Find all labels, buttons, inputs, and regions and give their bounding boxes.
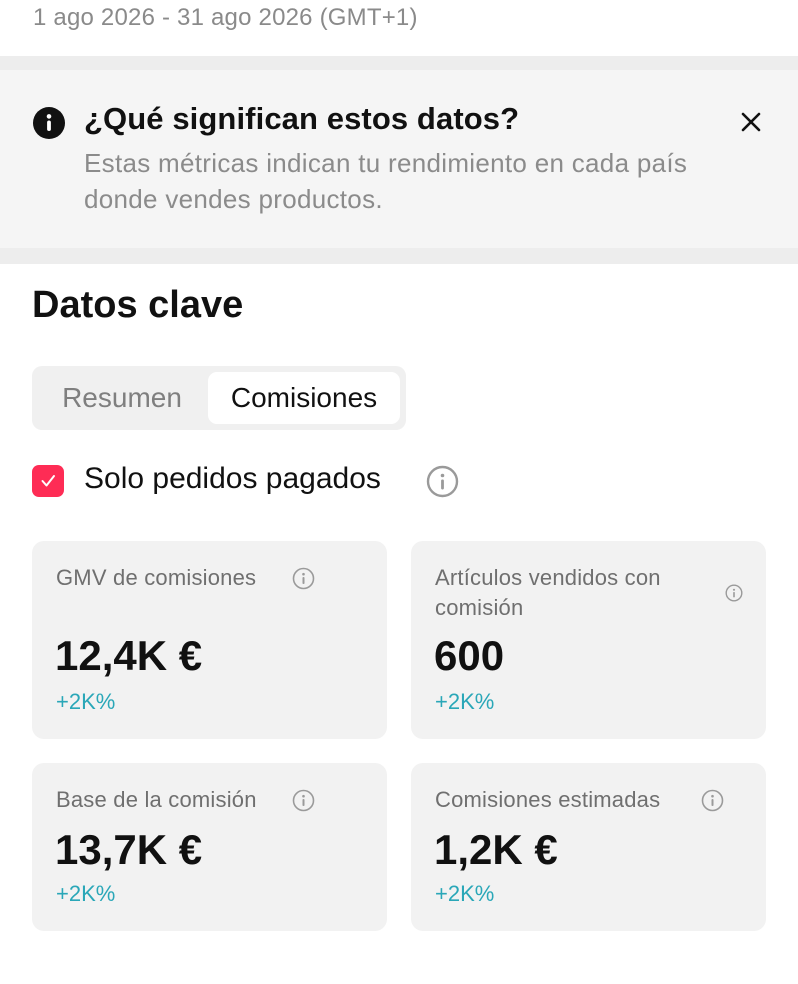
tab-comisiones[interactable]: Comisiones — [208, 372, 400, 424]
metric-label: Comisiones estimadas — [435, 787, 661, 812]
page-title: Datos clave — [32, 284, 244, 326]
segmented-tabs: Resumen Comisiones — [32, 366, 406, 430]
metric-label: Base de la comisión — [56, 787, 257, 812]
metric-card-items-sold: Artículos vendidos con comisión 600 +2K% — [411, 541, 766, 739]
paid-orders-label: Solo pedidos pagados — [84, 462, 381, 495]
metric-card-commission-base: Base de la comisión 13,7K € +2K% — [32, 763, 387, 931]
info-banner-description: Estas métricas indican tu rendimiento en… — [84, 148, 688, 214]
close-icon[interactable] — [735, 106, 767, 138]
metric-value: 600 — [434, 632, 505, 679]
metric-info-icon[interactable] — [292, 567, 315, 590]
metric-change: +2K% — [56, 689, 116, 714]
metric-info-icon[interactable] — [725, 584, 743, 602]
info-icon — [33, 107, 65, 139]
date-range: 1 ago 2026 - 31 ago 2026 (GMT+1) — [33, 4, 418, 31]
metric-change: +2K% — [435, 881, 495, 906]
section-divider — [0, 248, 798, 264]
paid-orders-checkbox[interactable] — [32, 465, 64, 497]
metric-info-icon[interactable] — [292, 789, 315, 812]
tab-resumen[interactable]: Resumen — [38, 372, 206, 424]
metric-info-icon[interactable] — [701, 789, 724, 812]
metric-label: Artículos vendidos con comisión — [435, 565, 661, 620]
info-banner-title: ¿Qué significan estos datos? — [84, 101, 520, 136]
metric-value: 13,7K € — [55, 826, 203, 873]
metric-label: GMV de comisiones — [56, 565, 257, 590]
metric-value: 12,4K € — [55, 632, 203, 679]
section-divider — [0, 56, 798, 70]
filter-info-icon[interactable] — [426, 465, 459, 498]
metric-change: +2K% — [56, 881, 116, 906]
metric-value: 1,2K € — [434, 826, 558, 873]
metric-card-estimated-commissions: Comisiones estimadas 1,2K € +2K% — [411, 763, 766, 931]
metric-change: +2K% — [435, 689, 495, 714]
metric-card-gmv: GMV de comisiones 12,4K € +2K% — [32, 541, 387, 739]
